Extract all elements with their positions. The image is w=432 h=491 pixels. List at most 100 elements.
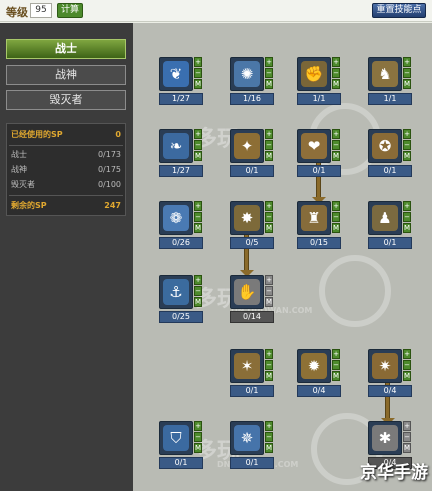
skill-frame[interactable]: ✹ xyxy=(297,349,331,383)
skill-slot[interactable]: ♜ + − M 0/15 xyxy=(297,201,341,251)
skill-plus-button[interactable]: + xyxy=(403,421,411,431)
skill-slot[interactable]: ⛉ + − M 0/1 xyxy=(159,421,203,471)
skill-plus-button[interactable]: + xyxy=(265,129,273,139)
skill-frame[interactable]: ♜ xyxy=(297,201,331,235)
skill-frame[interactable]: ❧ xyxy=(159,129,193,163)
skill-minus-button[interactable]: − xyxy=(403,68,411,78)
skill-plus-button[interactable]: + xyxy=(265,201,273,211)
skill-minus-button[interactable]: − xyxy=(332,68,340,78)
reset-skills-button[interactable]: 重置技能点 xyxy=(372,3,426,18)
skill-minus-button[interactable]: − xyxy=(194,140,202,150)
skill-slot[interactable]: ⚓ + − M 0/25 xyxy=(159,275,203,325)
skill-frame[interactable]: ✺ xyxy=(230,57,264,91)
skill-frame[interactable]: ⚓ xyxy=(159,275,193,309)
skill-frame[interactable]: ♟ xyxy=(368,201,402,235)
skill-minus-button[interactable]: − xyxy=(403,140,411,150)
skill-slot[interactable]: ✪ + − M 0/1 xyxy=(368,129,412,179)
skill-plus-button[interactable]: + xyxy=(194,275,202,285)
skill-minus-button[interactable]: − xyxy=(194,286,202,296)
skill-master-button[interactable]: M xyxy=(265,79,273,89)
skill-minus-button[interactable]: − xyxy=(265,212,273,222)
skill-plus-button[interactable]: + xyxy=(403,201,411,211)
skill-frame[interactable]: ❦ xyxy=(159,57,193,91)
skill-slot[interactable]: ✸ + − M 0/5 xyxy=(230,201,274,251)
skill-minus-button[interactable]: − xyxy=(403,212,411,222)
skill-minus-button[interactable]: − xyxy=(194,432,202,442)
skill-plus-button[interactable]: + xyxy=(332,57,340,67)
skill-plus-button[interactable]: + xyxy=(332,201,340,211)
skill-slot[interactable]: ♞ + − M 1/1 xyxy=(368,57,412,107)
skill-frame[interactable]: ✱ xyxy=(368,421,402,455)
skill-slot[interactable]: ❁ + − M 0/26 xyxy=(159,201,203,251)
skill-slot[interactable]: ✋ + − M 0/14 xyxy=(230,275,274,325)
skill-minus-button[interactable]: − xyxy=(332,140,340,150)
skill-master-button[interactable]: M xyxy=(403,371,411,381)
skill-minus-button[interactable]: − xyxy=(403,432,411,442)
skill-slot[interactable]: ✹ + − M 0/4 xyxy=(297,349,341,399)
skill-master-button[interactable]: M xyxy=(194,79,202,89)
skill-master-button[interactable]: M xyxy=(194,223,202,233)
skill-minus-button[interactable]: − xyxy=(265,360,273,370)
skill-slot[interactable]: ✵ + − M 0/1 xyxy=(230,421,274,471)
skill-plus-button[interactable]: + xyxy=(332,129,340,139)
skill-slot[interactable]: ✦ + − M 0/1 xyxy=(230,129,274,179)
skill-frame[interactable]: ✋ xyxy=(230,275,264,309)
skill-frame[interactable]: ♞ xyxy=(368,57,402,91)
skill-minus-button[interactable]: − xyxy=(265,286,273,296)
skill-minus-button[interactable]: − xyxy=(332,360,340,370)
skill-plus-button[interactable]: + xyxy=(403,129,411,139)
skill-master-button[interactable]: M xyxy=(403,443,411,453)
skill-slot[interactable]: ✷ + − M 0/4 xyxy=(368,349,412,399)
level-input[interactable]: 95 xyxy=(30,3,52,18)
skill-master-button[interactable]: M xyxy=(265,443,273,453)
skill-master-button[interactable]: M xyxy=(265,151,273,161)
skill-master-button[interactable]: M xyxy=(194,443,202,453)
skill-slot[interactable]: ❤ + − M 0/1 xyxy=(297,129,341,179)
skill-plus-button[interactable]: + xyxy=(265,421,273,431)
skill-frame[interactable]: ❤ xyxy=(297,129,331,163)
skill-frame[interactable]: ⛉ xyxy=(159,421,193,455)
skill-plus-button[interactable]: + xyxy=(194,57,202,67)
calculate-button[interactable]: 计算 xyxy=(57,3,83,18)
skill-minus-button[interactable]: − xyxy=(265,68,273,78)
skill-minus-button[interactable]: − xyxy=(265,140,273,150)
skill-master-button[interactable]: M xyxy=(265,223,273,233)
skill-frame[interactable]: ✶ xyxy=(230,349,264,383)
skill-frame[interactable]: ❁ xyxy=(159,201,193,235)
skill-master-button[interactable]: M xyxy=(194,151,202,161)
skill-master-button[interactable]: M xyxy=(265,297,273,307)
skill-master-button[interactable]: M xyxy=(332,371,340,381)
skill-frame[interactable]: ✦ xyxy=(230,129,264,163)
tab-war-god[interactable]: 战神 xyxy=(6,65,126,85)
skill-slot[interactable]: ❦ + − M 1/27 xyxy=(159,57,203,107)
skill-master-button[interactable]: M xyxy=(332,223,340,233)
skill-slot[interactable]: ✺ + − M 1/16 xyxy=(230,57,274,107)
skill-plus-button[interactable]: + xyxy=(332,349,340,359)
skill-master-button[interactable]: M xyxy=(332,151,340,161)
skill-minus-button[interactable]: − xyxy=(265,432,273,442)
skill-frame[interactable]: ✸ xyxy=(230,201,264,235)
skill-plus-button[interactable]: + xyxy=(194,129,202,139)
skill-master-button[interactable]: M xyxy=(403,79,411,89)
skill-master-button[interactable]: M xyxy=(332,79,340,89)
tab-warrior[interactable]: 战士 xyxy=(6,39,126,59)
skill-plus-button[interactable]: + xyxy=(265,349,273,359)
skill-master-button[interactable]: M xyxy=(403,151,411,161)
skill-master-button[interactable]: M xyxy=(194,297,202,307)
skill-minus-button[interactable]: − xyxy=(403,360,411,370)
skill-minus-button[interactable]: − xyxy=(194,68,202,78)
skill-master-button[interactable]: M xyxy=(265,371,273,381)
skill-frame[interactable]: ✊ xyxy=(297,57,331,91)
skill-plus-button[interactable]: + xyxy=(265,275,273,285)
skill-minus-button[interactable]: − xyxy=(332,212,340,222)
skill-slot[interactable]: ❧ + − M 1/27 xyxy=(159,129,203,179)
skill-plus-button[interactable]: + xyxy=(265,57,273,67)
skill-frame[interactable]: ✪ xyxy=(368,129,402,163)
skill-slot[interactable]: ✶ + − M 0/1 xyxy=(230,349,274,399)
skill-plus-button[interactable]: + xyxy=(403,57,411,67)
skill-plus-button[interactable]: + xyxy=(194,201,202,211)
skill-master-button[interactable]: M xyxy=(403,223,411,233)
skill-plus-button[interactable]: + xyxy=(194,421,202,431)
skill-slot[interactable]: ♟ + − M 0/1 xyxy=(368,201,412,251)
skill-minus-button[interactable]: − xyxy=(194,212,202,222)
